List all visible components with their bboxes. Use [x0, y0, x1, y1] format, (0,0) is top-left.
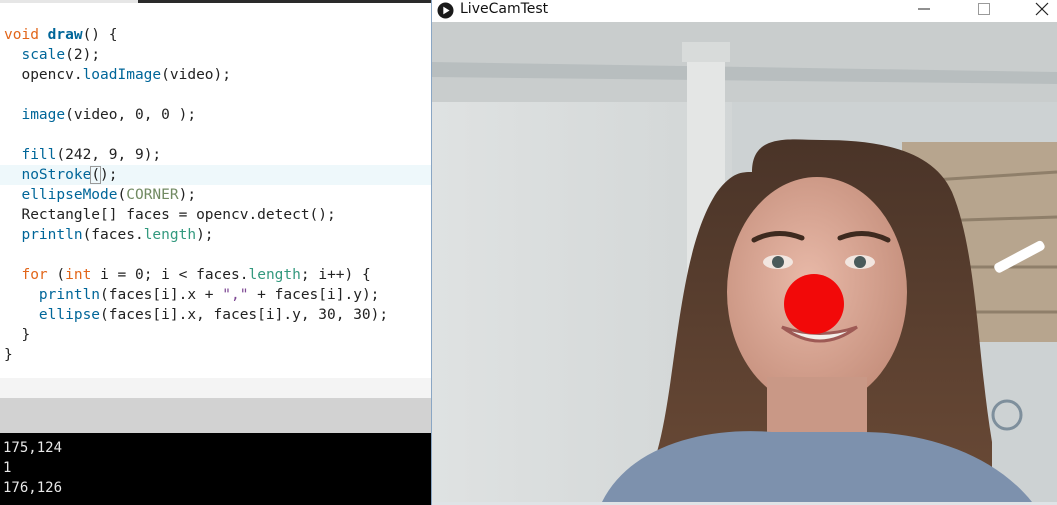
function-call-token: ellipse — [38, 307, 101, 323]
sketch-window: LiveCamTest — [431, 0, 1057, 505]
console-line: 1 — [3, 460, 12, 476]
code-text: (video); — [161, 67, 231, 83]
window-titlebar[interactable]: LiveCamTest — [432, 0, 1057, 22]
code-text: ( — [47, 267, 66, 283]
function-call-token: println — [21, 227, 83, 243]
code-line-17[interactable]: } — [4, 345, 13, 365]
code-text: () { — [82, 27, 118, 43]
code-line-13[interactable]: for (int i = 0; i < faces.length; i++) { — [4, 265, 371, 285]
code-text: (242, 9, 9); — [56, 147, 162, 163]
function-call-token: scale — [21, 47, 66, 63]
function-call-token: ellipseMode — [21, 187, 118, 203]
code-text: Rectangle[] faces = opencv.detect(); — [21, 207, 336, 223]
code-text: } — [4, 347, 13, 363]
code-text: (faces[i].x + — [100, 287, 223, 303]
keyword-token: void — [4, 27, 39, 43]
code-text: ; i++) { — [300, 267, 371, 283]
code-line-11[interactable]: println(faces.length); — [4, 225, 214, 245]
text-caret: ( — [90, 166, 102, 184]
console-divider[interactable] — [0, 398, 432, 433]
code-line-5[interactable]: image(video, 0, 0 ); — [4, 105, 196, 125]
type-token: int — [65, 267, 92, 283]
field-token: length — [248, 267, 301, 283]
console-line: 175,124 — [3, 440, 63, 456]
code-editor[interactable]: void draw() { scale(2); opencv.loadImage… — [0, 3, 432, 378]
function-call-token: image — [21, 107, 66, 123]
field-token: length — [143, 227, 197, 243]
code-line-7[interactable]: fill(242, 9, 9); — [4, 145, 161, 165]
pillar-cap — [682, 42, 730, 62]
code-line-3[interactable]: opencv.loadImage(video); — [4, 65, 231, 85]
webcam-canvas[interactable] — [432, 22, 1057, 502]
code-text: ); — [100, 167, 118, 183]
code-text: ); — [196, 227, 214, 243]
code-text: (video, 0, 0 ); — [65, 107, 197, 123]
minimize-button[interactable] — [904, 0, 944, 18]
function-call-token: noStroke — [21, 167, 92, 183]
code-text: + faces[i].y); — [248, 287, 380, 303]
function-call-token: loadImage — [82, 67, 162, 83]
code-line-8-current[interactable]: noStroke(); — [0, 165, 432, 185]
editor-footer — [0, 378, 432, 398]
string-token: "," — [222, 287, 249, 303]
function-call-token: fill — [21, 147, 57, 163]
code-line-16[interactable]: } — [4, 325, 30, 345]
maximize-icon — [978, 3, 990, 15]
code-text: i = 0; i < faces. — [91, 267, 249, 283]
code-text: } — [21, 327, 31, 343]
constant-token: CORNER — [126, 187, 179, 203]
close-button[interactable] — [1022, 0, 1057, 18]
minimize-icon — [918, 8, 930, 10]
maximize-button[interactable] — [964, 0, 1004, 18]
code-line-1[interactable]: void draw() { — [4, 25, 118, 45]
function-name-token: draw — [47, 27, 83, 43]
console-output[interactable]: 175,124 1 176,126 — [0, 433, 432, 505]
code-line-10[interactable]: Rectangle[] faces = opencv.detect(); — [4, 205, 336, 225]
code-line-15[interactable]: ellipse(faces[i].x, faces[i].y, 30, 30); — [4, 305, 388, 325]
code-text: (faces[i].x, faces[i].y, 30, 30); — [100, 307, 389, 323]
console-line: 176,126 — [3, 480, 63, 496]
processing-play-icon — [437, 2, 454, 19]
code-line-9[interactable]: ellipseMode(CORNER); — [4, 185, 196, 205]
face-detection-marker — [784, 274, 844, 334]
close-icon — [1035, 2, 1049, 16]
neck — [767, 377, 867, 437]
code-text: (faces. — [82, 227, 144, 243]
code-text: opencv. — [21, 67, 83, 83]
keyword-token: for — [21, 267, 48, 283]
code-line-14[interactable]: println(faces[i].x + "," + faces[i].y); — [4, 285, 379, 305]
function-call-token: println — [38, 287, 101, 303]
code-text: ( — [117, 187, 127, 203]
code-text: (2); — [65, 47, 101, 63]
webcam-frame — [432, 22, 1057, 502]
processing-ide: void draw() { scale(2); opencv.loadImage… — [0, 0, 432, 505]
window-title: LiveCamTest — [460, 1, 549, 17]
code-text: ); — [178, 187, 197, 203]
ceiling — [432, 22, 1057, 102]
code-line-2[interactable]: scale(2); — [4, 45, 100, 65]
